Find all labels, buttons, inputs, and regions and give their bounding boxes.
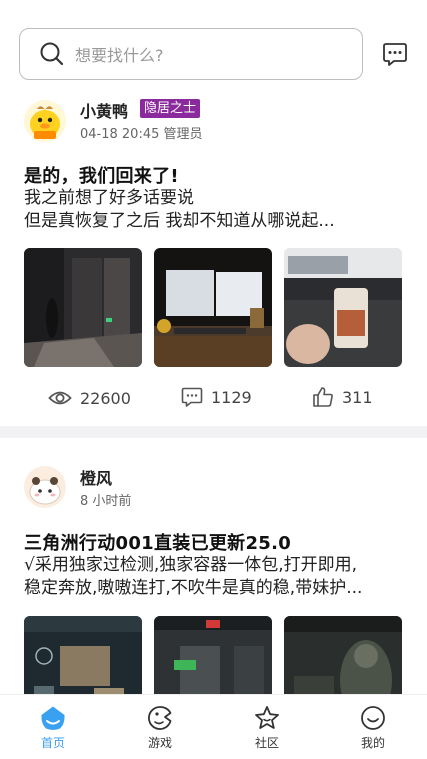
post-image[interactable] [24,248,142,367]
post-card[interactable]: 橙风 8 小时前 三角洲行动001直装已更新25.0 √采用独家过检测,独家容器… [0,438,427,694]
post-body-line: 但是真恢复了之后 我却不知道从哪说起... [24,211,335,231]
search-placeholder: 想要找什么? [75,46,164,65]
like-button[interactable]: 311 [312,386,373,408]
search-icon [40,42,64,66]
post-meta: 8 小时前 [80,494,132,509]
comment-icon [181,387,203,407]
chat-icon[interactable] [382,41,408,67]
post-body-line: √采用独家过检测,独家容器一体包,打开即用, [24,555,358,575]
image-gallery [24,616,402,694]
author-name[interactable]: 橙风 [80,465,112,489]
post-meta: 04-18 20:45 管理员 [80,127,203,142]
post-image[interactable] [154,616,272,694]
author-name[interactable]: 小黄鸭 [80,98,128,122]
post-body[interactable]: √采用独家过检测,独家容器一体包,打开即用, 稳定奔放,嗷嗷连打,不吹牛是真的稳… [24,554,404,600]
comment-count[interactable]: 1129 [181,386,252,408]
nav-game-label: 游戏 [147,736,172,750]
post-title[interactable]: 三角洲行动001直装已更新25.0 [24,529,291,555]
post-card[interactable]: 小黄鸭 隐居之士 04-18 20:45 管理员 是的，我们回来了! 我之前想了… [0,92,427,426]
top-bar: 想要找什么? [0,0,427,92]
nav-community-label: 社区 [254,736,279,750]
home-icon [41,706,65,730]
post-body-line: 稳定奔放,嗷嗷连打,不吹牛是真的稳,带妹护... [24,578,363,598]
eye-icon [48,391,72,405]
post-image[interactable] [284,248,402,367]
image-gallery [24,248,402,367]
comment-count-value: 1129 [211,387,252,407]
smile-icon [361,706,385,730]
user-badge: 隐居之士 [140,99,201,118]
section-divider [0,426,427,438]
thumb-up-icon [313,387,333,407]
nav-me-label: 我的 [360,736,385,750]
avatar[interactable] [24,466,66,508]
avatar[interactable] [24,100,66,142]
post-body-line: 我之前想了好多话要说 [24,188,194,208]
nav-game[interactable]: 游戏 [130,705,190,751]
like-count-value: 311 [342,387,373,407]
star-icon [255,706,279,729]
search-input[interactable]: 想要找什么? [19,28,363,80]
view-count: 22600 [48,386,131,410]
view-count-value: 22600 [80,388,131,408]
nav-community[interactable]: 社区 [237,705,297,751]
nav-home[interactable]: 首页 [23,705,83,751]
post-title[interactable]: 是的，我们回来了! [24,162,179,188]
post-image[interactable] [284,616,402,694]
post-image[interactable] [24,616,142,694]
bottom-nav: 首页 游戏 社区 我的 [0,694,427,759]
nav-me[interactable]: 我的 [343,705,403,751]
post-image[interactable] [154,248,272,367]
post-body[interactable]: 我之前想了好多话要说 但是真恢复了之后 我却不知道从哪说起... [24,187,404,233]
post-stats: 22600 1129 311 [0,386,427,410]
game-icon [148,706,172,730]
nav-home-label: 首页 [40,736,65,750]
